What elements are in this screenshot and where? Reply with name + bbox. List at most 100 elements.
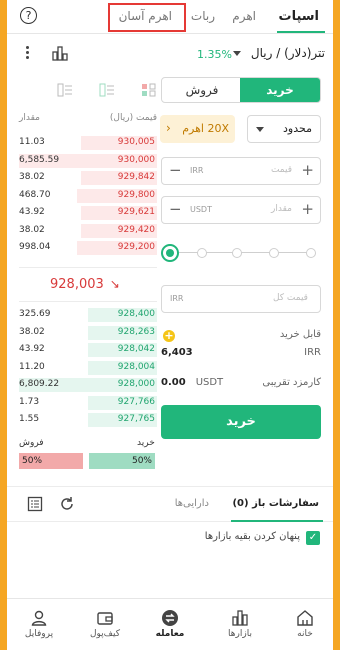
fee-value: 0.00 bbox=[161, 377, 186, 388]
chart-icon[interactable] bbox=[52, 46, 68, 65]
slider-step[interactable] bbox=[197, 248, 207, 258]
order-type-select[interactable]: محدود bbox=[247, 115, 321, 143]
nav-markets-label: بازارها bbox=[228, 629, 252, 639]
amount-cell: 1.55 bbox=[19, 414, 40, 424]
ask-row[interactable]: 930,000 6,585.59 bbox=[19, 153, 157, 168]
fee-label: کارمزد تقریبی bbox=[262, 377, 321, 388]
more-icon[interactable] bbox=[25, 46, 29, 61]
price-cell: 928,400 bbox=[117, 309, 155, 319]
total-field[interactable]: قیمت کل IRR bbox=[161, 285, 321, 313]
fee-value-wrap: 0.00 USDT bbox=[161, 377, 223, 388]
device-frame-right bbox=[333, 0, 340, 650]
nav-home[interactable]: خانه bbox=[273, 609, 337, 639]
price-field[interactable]: + قیمت IRR − bbox=[161, 157, 321, 185]
total-unit: IRR bbox=[170, 294, 184, 303]
price-placeholder: قیمت bbox=[270, 165, 292, 175]
nav-wallet[interactable]: کیف‌پول bbox=[73, 609, 137, 639]
amount-column-header: مقدار bbox=[19, 113, 40, 123]
amount-placeholder: مقدار bbox=[271, 204, 292, 214]
trend-down-icon: ↘ bbox=[109, 277, 120, 291]
order-history-icon[interactable] bbox=[27, 496, 43, 516]
view-both-icon[interactable] bbox=[57, 82, 73, 97]
amount-field[interactable]: + مقدار USDT − bbox=[161, 196, 321, 224]
amount-percent-slider[interactable] bbox=[161, 244, 321, 262]
hide-other-markets-checkbox[interactable]: ✓ bbox=[306, 531, 320, 545]
leverage-button[interactable]: 20X اهرم ‹ bbox=[160, 115, 235, 143]
slider-step[interactable] bbox=[306, 248, 316, 258]
available-unit: IRR bbox=[304, 347, 321, 358]
buy-ratio-label: خرید bbox=[137, 438, 155, 448]
device-frame-left bbox=[0, 0, 7, 650]
bid-row[interactable]: 928,400 325.69 bbox=[19, 308, 157, 322]
plus-icon[interactable]: + bbox=[301, 200, 314, 218]
price-column-header: قیمت (ریال) bbox=[109, 113, 157, 123]
deposit-plus-icon[interactable]: + bbox=[163, 330, 175, 342]
fee-unit: USDT bbox=[195, 377, 224, 388]
orderbook-view-toggle bbox=[57, 82, 157, 98]
bid-row[interactable]: 928,000 6,809.22 bbox=[19, 378, 157, 392]
price-cell: 928,263 bbox=[117, 326, 155, 337]
buy-tab[interactable]: خرید bbox=[240, 78, 320, 102]
ask-row[interactable]: 930,005 11.03 bbox=[19, 136, 157, 150]
divider bbox=[19, 267, 157, 268]
tab-bot[interactable]: ربات bbox=[191, 9, 215, 23]
amount-cell: 38.02 bbox=[19, 326, 45, 337]
price-cell: 929,621 bbox=[117, 207, 155, 217]
refresh-icon[interactable] bbox=[59, 496, 75, 516]
pair-selector[interactable]: تتر(دلار) / ریال bbox=[233, 46, 325, 60]
amount-cell: 998.04 bbox=[19, 242, 51, 252]
view-bids-icon[interactable] bbox=[99, 82, 115, 97]
tab-spot[interactable]: اسپات bbox=[279, 9, 320, 24]
last-price-value: 928,003 bbox=[50, 277, 104, 292]
slider-step[interactable] bbox=[232, 248, 242, 258]
tab-margin[interactable]: اهرم bbox=[232, 9, 256, 23]
market-type-tabs: اسپات اهرم ربات اهرم آسان ? bbox=[7, 0, 333, 34]
orderbook-header: قیمت (ریال) مقدار bbox=[19, 113, 157, 127]
chevron-left-icon: ‹ bbox=[166, 121, 171, 135]
slider-knob[interactable] bbox=[161, 244, 179, 262]
buy-ratio-bar: 50% bbox=[89, 453, 155, 469]
bid-row[interactable]: 928,042 43.92 bbox=[19, 343, 157, 357]
total-placeholder: قیمت کل bbox=[272, 293, 308, 303]
active-tab-indicator bbox=[231, 520, 323, 522]
slider-step[interactable] bbox=[269, 248, 279, 258]
price-unit: IRR bbox=[190, 166, 204, 175]
bid-row[interactable]: 927,765 1.55 bbox=[19, 413, 157, 427]
view-asks-icon[interactable] bbox=[141, 82, 157, 97]
hide-other-markets-label: پنهان کردن بقیه بازارها bbox=[204, 531, 300, 542]
bid-row[interactable]: 928,263 38.02 bbox=[19, 325, 157, 340]
ask-row[interactable]: 929,420 38.02 bbox=[19, 223, 157, 238]
nav-profile[interactable]: پروفایل bbox=[7, 609, 71, 639]
chevron-down-icon bbox=[256, 127, 264, 132]
tab-open-orders[interactable]: سفارشات باز (0) bbox=[232, 498, 319, 509]
markets-icon bbox=[208, 609, 272, 627]
ask-row[interactable]: 929,842 38.02 bbox=[19, 171, 157, 185]
nav-markets[interactable]: بازارها bbox=[208, 609, 272, 639]
submit-buy-button[interactable]: خرید bbox=[161, 405, 321, 439]
price-cell: 930,000 bbox=[117, 154, 155, 165]
slider-track bbox=[169, 252, 315, 253]
minus-icon[interactable]: − bbox=[169, 161, 182, 179]
nav-trade[interactable]: معامله bbox=[138, 609, 202, 639]
amount-cell: 43.92 bbox=[19, 344, 45, 354]
ask-row[interactable]: 929,200 998.04 bbox=[19, 241, 157, 255]
bid-row[interactable]: 927,766 1.73 bbox=[19, 395, 157, 410]
amount-cell: 43.92 bbox=[19, 207, 45, 217]
plus-icon[interactable]: + bbox=[301, 161, 314, 179]
help-icon[interactable]: ? bbox=[20, 7, 37, 24]
bid-row[interactable]: 928,004 11.20 bbox=[19, 360, 157, 375]
order-type-label: محدود bbox=[283, 122, 312, 135]
amount-cell: 6,585.59 bbox=[19, 154, 60, 165]
ask-row[interactable]: 929,800 468.70 bbox=[19, 188, 157, 203]
sell-tab[interactable]: فروش bbox=[162, 78, 242, 102]
amount-cell: 325.69 bbox=[19, 309, 51, 319]
wallet-icon bbox=[73, 609, 137, 627]
price-cell: 929,200 bbox=[117, 242, 155, 252]
fee-row: کارمزد تقریبی 0.00 USDT bbox=[161, 377, 321, 393]
ask-row[interactable]: 929,621 43.92 bbox=[19, 206, 157, 220]
available-value: 6,403 bbox=[161, 347, 193, 358]
active-tab-indicator bbox=[277, 31, 325, 33]
tab-assets[interactable]: دارایی‌ها bbox=[175, 498, 209, 509]
minus-icon[interactable]: − bbox=[169, 200, 182, 218]
sell-ratio-bar: 50% bbox=[19, 453, 83, 469]
